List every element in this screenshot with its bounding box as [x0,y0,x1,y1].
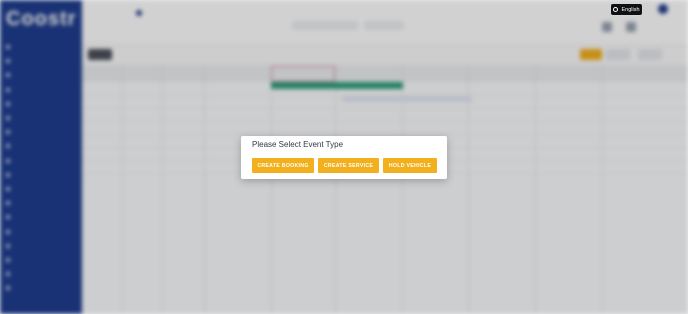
create-booking-button[interactable]: CREATE BOOKING [252,158,314,173]
hold-vehicle-button[interactable]: HOLD VEHICLE [383,158,437,173]
event-type-modal: Please Select Event Type CREATE BOOKING … [241,136,447,179]
globe-icon [613,7,619,12]
language-label: English [621,6,640,13]
modal-title: Please Select Event Type [252,140,344,149]
language-button[interactable]: English [610,3,643,16]
create-service-button[interactable]: CREATE SERVICE [318,158,379,173]
